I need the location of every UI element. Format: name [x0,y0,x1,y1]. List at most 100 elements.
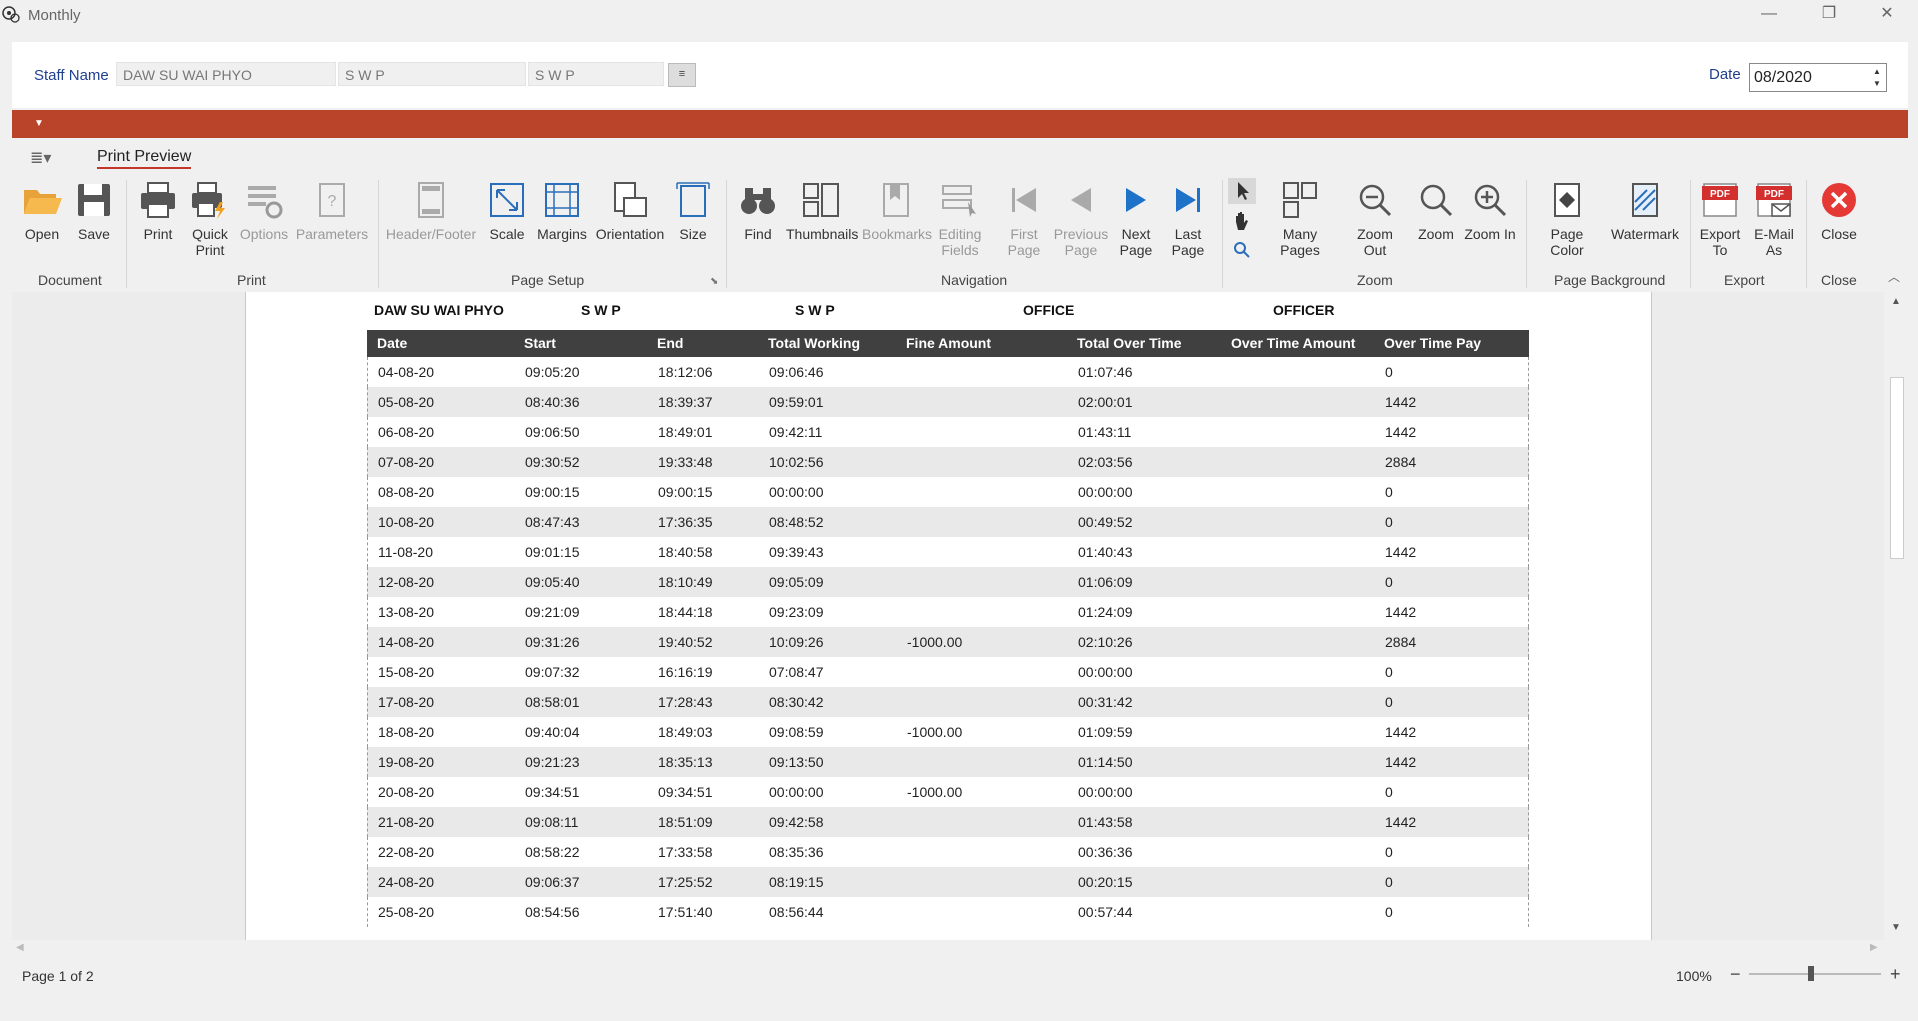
zoom-out-button[interactable]: Zoom Out [1344,180,1406,258]
scale-button[interactable]: Scale [484,180,530,242]
bookmarks-button[interactable]: Bookmarks [862,180,932,242]
many-pages-button[interactable]: Many Pages [1262,180,1338,258]
pdf-email-icon: PDF [1756,183,1792,217]
table-cell: 17:36:35 [658,514,713,530]
app-icon [2,6,20,23]
zoom-out-icon [1359,184,1392,217]
staff-code-field-2[interactable]: S W P [528,62,664,86]
dialog-launcher-icon[interactable]: ⬊ [710,276,718,287]
scroll-up-icon[interactable]: ▲ [1891,296,1901,307]
zoom-minus-button[interactable]: − [1730,964,1741,985]
page-color-icon [1554,183,1580,217]
scrollbar-thumb[interactable] [1890,377,1904,559]
table-cell: 09:08:59 [769,724,824,740]
editing-fields-button[interactable]: Editing Fields [936,180,984,258]
group-separator [1526,180,1527,288]
spin-up-icon[interactable]: ▲ [1870,66,1884,77]
table-cell: 00:31:42 [1078,694,1133,710]
page-color-button[interactable]: Page Color [1534,180,1600,258]
spin-down-icon[interactable]: ▼ [1870,78,1884,89]
thumbnails-button[interactable]: Thumbnails [786,180,858,242]
save-button[interactable]: Save [72,180,116,242]
zoom-plus-button[interactable]: + [1890,964,1901,985]
table-cell: 08:40:36 [525,394,580,410]
date-input[interactable]: 08/2020 ▲ ▼ [1749,63,1887,92]
zoom-icon [1420,184,1453,217]
lookup-button[interactable]: ≡ [668,63,696,87]
table-cell: 09:07:32 [525,664,580,680]
horizontal-scrollbar[interactable]: ◀ ▶ [12,940,1884,958]
column-header: Start [524,335,556,351]
next-page-button[interactable]: Next Page [1114,180,1158,258]
vertical-scrollbar[interactable]: ▲ ▼ [1886,292,1908,940]
previous-page-button[interactable]: Previous Page [1052,180,1110,258]
maximize-button[interactable]: ❐ [1806,0,1852,30]
watermark-label: Watermark [1611,226,1679,242]
table-cell: 17:51:40 [658,904,713,920]
margins-button[interactable]: Margins [536,180,588,242]
hand-tool-icon[interactable] [1230,210,1254,232]
collapse-bar[interactable]: ▼ [12,110,1908,138]
zoom-slider-thumb[interactable] [1808,966,1814,981]
preview-area[interactable]: DAW SU WAI PHYO S W P S W P OFFICE OFFIC… [12,292,1884,940]
table-cell: 09:01:15 [525,544,580,560]
staff-code-field-1[interactable]: S W P [338,62,526,86]
quick-print-button[interactable]: Quick Print [186,180,234,258]
table-cell: 0 [1385,694,1393,710]
find-button[interactable]: Find [738,180,778,242]
table-row: 06-08-20 09:06:50 18:49:01 09:42:11 01:43:11… [367,417,1529,447]
window-close-button[interactable]: ✕ [1864,0,1910,30]
previous-page-label: Previous Page [1053,226,1109,258]
table-cell: 09:40:04 [525,724,580,740]
last-page-label: Last Page [1171,226,1205,258]
table-cell: 0 [1385,784,1393,800]
zoom-in-button[interactable]: Zoom In [1464,180,1516,242]
first-page-icon [1012,188,1036,212]
scroll-right-icon[interactable]: ▶ [1870,942,1878,953]
last-page-button[interactable]: Last Page [1166,180,1210,258]
table-cell: 01:24:09 [1078,604,1133,620]
table-cell: 09:34:51 [658,784,713,800]
table-cell: 10-08-20 [378,514,435,530]
table-row: 22-08-20 08:58:22 17:33:58 08:35:36 00:36:36… [367,837,1529,867]
pointer-tool-icon[interactable] [1228,178,1256,204]
table-row: 20-08-20 09:34:51 09:34:51 00:00:00 -1000.00… [367,777,1529,807]
table-cell: 18:51:09 [658,814,713,830]
staff-name-field[interactable]: DAW SU WAI PHYO [116,62,336,86]
first-page-button[interactable]: First Page [1002,180,1046,258]
parameters-button[interactable]: ? Parameters [294,180,370,242]
minimize-button[interactable]: — [1746,0,1792,30]
zoom-slider-track[interactable] [1749,973,1881,975]
table-cell: 08-08-20 [378,484,435,500]
magnifier-tool-icon[interactable] [1232,240,1252,260]
watermark-button[interactable]: Watermark [1608,180,1682,242]
print-button[interactable]: Print [136,180,180,242]
scroll-left-icon[interactable]: ◀ [16,942,24,953]
editing-fields-label: Editing Fields [938,226,982,258]
orientation-button[interactable]: Orientation [594,180,666,242]
options-icon [248,186,283,219]
table-cell: 14-08-20 [378,634,435,650]
table-cell: 17:25:52 [658,874,713,890]
table-cell: 09:59:01 [769,394,824,410]
table-cell: 0 [1385,664,1393,680]
options-button[interactable]: Options [238,180,290,242]
table-cell: 12-08-20 [378,574,435,590]
zoom-button[interactable]: Zoom [1414,180,1458,242]
header-footer-button[interactable]: Header/Footer [384,180,478,242]
scroll-down-icon[interactable]: ▼ [1891,922,1901,933]
tab-print-preview[interactable]: Print Preview [97,148,192,169]
table-cell: 09:06:37 [525,874,580,890]
table-cell: 18:40:58 [658,544,713,560]
size-button[interactable]: Size [672,180,714,242]
chevron-down-icon[interactable]: ▼ [34,118,44,129]
svg-text:?: ? [328,193,337,210]
ribbon-collapse-icon[interactable]: ︿ [1888,268,1900,285]
application-menu-icon[interactable]: ≣▾ [30,148,58,168]
export-to-button[interactable]: PDF Export To [1696,180,1744,258]
email-as-button[interactable]: PDF E-Mail As [1750,180,1798,258]
status-bar: Page 1 of 2 100% − + [12,962,1908,992]
open-button[interactable]: Open [20,180,64,242]
page-color-label: Page Color [1550,226,1584,258]
close-preview-button[interactable]: Close [1816,180,1862,242]
